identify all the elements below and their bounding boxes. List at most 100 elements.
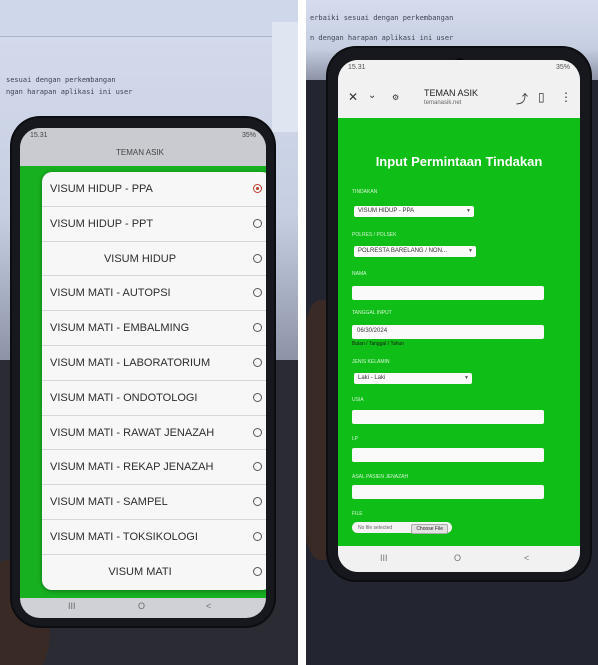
background-text: ngan harapan aplikasi ini user [6, 88, 133, 96]
monitor-side-panel [272, 22, 298, 132]
status-bar: 15.31 35% [338, 60, 580, 76]
chevron-down-icon: ▼ [468, 248, 473, 254]
tindakan-select[interactable]: VISUM HIDUP - PPA ▼ [354, 206, 474, 217]
phone-screen: 15.31 35% ✕ ⌄ ⚙ TEMAN ASIK temanasik.net… [338, 60, 580, 572]
option-item[interactable]: VISUM MATI - AUTOPSI [42, 276, 266, 312]
tanggal-field[interactable]: 06/30/2024 [352, 325, 544, 339]
option-item[interactable]: VISUM MATI - REKAP JENAZAH [42, 450, 266, 486]
home-button[interactable]: O [454, 553, 461, 563]
chevron-down-icon: ▼ [466, 208, 471, 214]
more-icon[interactable]: ⋮ [560, 90, 572, 104]
option-item[interactable]: VISUM HIDUP - PPT [42, 207, 266, 242]
jenis-kelamin-select[interactable]: Laki - Laki ▼ [354, 373, 472, 384]
radio-icon[interactable] [253, 323, 262, 333]
navigation-bar: III O < [20, 596, 266, 618]
form-page: Input Permintaan Tindakan TINDAKAN VISUM… [338, 118, 580, 546]
tindakan-value: VISUM HIDUP - PPA [358, 208, 415, 214]
tanggal-value: 06/30/2024 [357, 328, 388, 334]
option-label: VISUM MATI - ONDOTOLOGI [50, 391, 198, 404]
status-time: 15.31 [30, 132, 48, 139]
radio-icon[interactable] [253, 253, 262, 263]
option-item[interactable]: VISUM HIDUP - PPA [42, 172, 266, 207]
jenis-kelamin-label: JENIS KELAMIN [352, 359, 390, 365]
usia-field[interactable] [352, 410, 544, 424]
radio-icon[interactable] [253, 288, 262, 298]
option-item[interactable]: VISUM MATI - TOKSIKOLOGI [42, 520, 266, 555]
radio-selected-icon[interactable] [253, 184, 262, 193]
asal-field[interactable] [352, 485, 544, 499]
radio-icon[interactable] [253, 218, 262, 228]
page-title: Input Permintaan Tindakan [375, 154, 543, 169]
radio-icon[interactable] [253, 358, 262, 367]
option-label: VISUM HIDUP - PPA [50, 183, 153, 195]
home-button[interactable]: O [138, 601, 145, 611]
option-item[interactable]: VISUM MATI - EMBALMING [42, 311, 266, 346]
status-bar: 15.31 35% [20, 128, 266, 144]
option-label: VISUM MATI - SAMPEL [50, 496, 168, 509]
phone-screen: 15.31 35% TEMAN ASIK VISUM HIDUP - PPA V… [20, 128, 266, 618]
chevron-down-icon[interactable]: ⌄ [368, 90, 376, 101]
option-label: VISUM MATI - RAWAT JENAZAH [50, 426, 215, 439]
file-input[interactable]: No file selected Choose File [352, 522, 452, 534]
polres-value: POLRESTA BARELANG / NON... [358, 248, 447, 254]
polres-select[interactable]: POLRESTA BARELANG / NON... ▼ [354, 246, 476, 257]
navigation-bar: III O < [338, 546, 580, 572]
recents-button[interactable]: III [380, 553, 388, 563]
radio-icon[interactable] [253, 566, 262, 576]
share-icon[interactable]: ⤴ [516, 90, 528, 107]
back-button[interactable]: < [524, 553, 529, 563]
option-item[interactable]: VISUM MATI - SAMPEL [42, 485, 266, 520]
site-title: TEMAN ASIK [424, 88, 479, 98]
bookmark-icon[interactable]: ▯ [538, 90, 545, 104]
file-label: FILE [352, 511, 363, 517]
radio-icon[interactable] [253, 497, 262, 507]
tindakan-label: TINDAKAN [352, 189, 378, 195]
background-text: sesuai dengan perkembangan [6, 76, 116, 84]
jenis-kelamin-value: Laki - Laki [358, 375, 386, 381]
option-label: VISUM MATI - LABORATORIUM [50, 357, 211, 369]
polres-label: POLRES / POLSEK [352, 232, 397, 238]
option-item[interactable]: VISUM MATI - ONDOTOLOGI [42, 381, 266, 416]
tanggal-hint: Bulan / Tanggal / Tahun [352, 341, 405, 347]
choose-file-button[interactable]: Choose File [411, 523, 448, 534]
option-item[interactable]: VISUM MATI - LABORATORIUM [42, 346, 266, 381]
option-label: VISUM MATI - AUTOPSI [50, 287, 171, 300]
site-url: temanasik.net [424, 100, 462, 106]
site-settings-icon[interactable]: ⚙ [392, 93, 399, 102]
option-item[interactable]: VISUM HIDUP [42, 242, 266, 277]
option-item[interactable]: VISUM MATI - RAWAT JENAZAH [42, 416, 266, 451]
nama-field[interactable] [352, 286, 544, 300]
status-time: 15.31 [348, 64, 366, 71]
nama-label: NAMA [352, 271, 367, 277]
phone-left: 15.31 35% TEMAN ASIK VISUM HIDUP - PPA V… [12, 118, 274, 626]
monitor-toolbar [0, 0, 298, 37]
background-text: erbaiki sesuai dengan perkembangan [310, 14, 454, 22]
right-photo: erbaiki sesuai dengan perkembangan n den… [306, 0, 598, 665]
option-item[interactable]: VISUM MATI [42, 555, 266, 590]
option-label: VISUM MATI - EMBALMING [50, 322, 190, 335]
option-label: VISUM HIDUP - PPT [50, 217, 154, 230]
phone-right: 15.31 35% ✕ ⌄ ⚙ TEMAN ASIK temanasik.net… [328, 48, 590, 580]
background-text: n dengan harapan aplikasi ini user [310, 34, 454, 42]
recents-button[interactable]: III [68, 601, 76, 611]
asal-label: ASAL PASIEN JENAZAH [352, 474, 409, 480]
radio-icon[interactable] [253, 427, 262, 437]
option-label: VISUM MATI - REKAP JENAZAH [50, 461, 214, 474]
radio-icon[interactable] [253, 392, 262, 402]
radio-icon[interactable] [253, 532, 262, 541]
select-options-dialog: VISUM HIDUP - PPA VISUM HIDUP - PPT VISU… [42, 172, 266, 590]
lp-field[interactable] [352, 448, 544, 462]
radio-icon[interactable] [253, 462, 262, 472]
option-label: VISUM MATI - TOKSIKOLOGI [50, 531, 198, 543]
browser-toolbar: ✕ ⌄ ⚙ TEMAN ASIK temanasik.net ⤴ ▯ ⋮ [338, 76, 580, 118]
battery-level: 35% [241, 132, 256, 139]
battery-level: 35% [555, 64, 570, 71]
option-label: VISUM HIDUP [103, 252, 177, 265]
file-status: No file selected [358, 525, 393, 531]
chevron-down-icon: ▼ [464, 375, 469, 381]
usia-label: USIA [352, 397, 364, 403]
back-button[interactable]: < [206, 601, 211, 611]
close-icon[interactable]: ✕ [348, 90, 358, 104]
left-photo: sesuai dengan perkembangan ngan harapan … [0, 0, 298, 665]
lp-label: LP [352, 436, 359, 442]
